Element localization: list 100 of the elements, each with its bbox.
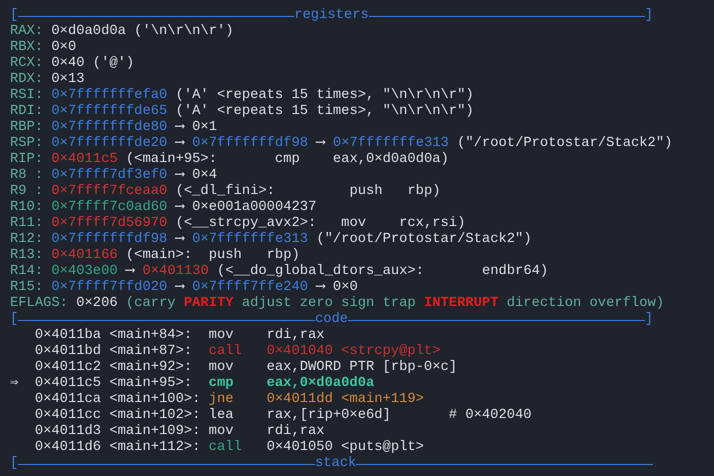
instruction-mnemonic: cmp [208, 376, 235, 392]
instruction-symbol: <main+109>: [109, 424, 202, 440]
bracket: ] [644, 312, 653, 328]
register-value: (<__do_global_dtors_aux>: endbr64) [217, 264, 548, 280]
stack-address: 0×7fffffffdf98 [51, 232, 168, 248]
register-name: R15: [10, 280, 44, 296]
register-value: 0×e001a00004237 [192, 200, 316, 216]
bracket: [ [10, 312, 18, 328]
stack-address: 0×7ffff7ffe240 [192, 280, 308, 296]
stack-address: 0×7ffff7ffd020 [51, 280, 168, 296]
instruction-symbol: <main+100>: [109, 392, 202, 408]
register-value: 0×40 ('@') [51, 56, 134, 72]
instruction-mnemonic: mov [208, 424, 235, 440]
pointer-arrow: ⟶ [316, 136, 325, 152]
instruction-symbol: <main+95>: [109, 376, 194, 392]
pointer-arrow: ⟶ [176, 120, 184, 136]
instruction-operands: 0×401050 <puts@plt> [266, 440, 424, 456]
section-title: code [314, 312, 348, 328]
current-line-marker: ⇒ [10, 376, 18, 392]
instruction-operands: 0×401040 <strcpy@plt> [266, 344, 440, 360]
instruction-mnemonic: call [208, 344, 243, 360]
stack-address: 0×7ffff7df3ef0 [51, 168, 168, 184]
instruction-address: 0×4011d3 [34, 424, 102, 440]
flag-list: (carry [126, 296, 176, 312]
instruction-operands: rax,[rip+0×e6d] [266, 408, 392, 424]
instruction-operands: eax,0×d0a0d0a [266, 376, 374, 392]
code-address: 0×7ffff7d56970 [51, 216, 168, 232]
instruction-symbol: <main+84>: [109, 328, 194, 344]
flag-list: adjust zero sign trap [242, 296, 416, 312]
register-value: 0×0 [51, 40, 76, 56]
pointer-arrow: ⟶ [176, 280, 184, 296]
section-title: registers [294, 8, 369, 24]
register-name: R14: [10, 264, 44, 280]
instruction-symbol: <main+92>: [109, 360, 194, 376]
register-name: R8 : [10, 168, 44, 184]
register-name: RAX: [10, 24, 44, 40]
stack-address: 0×7fffffffdf98 [192, 136, 308, 152]
bracket: [ [10, 8, 18, 24]
instruction-address: 0×4011ca [34, 392, 102, 408]
pointer-arrow: ⟶ [316, 280, 325, 296]
section-title: stack [314, 456, 356, 472]
pointer-arrow: ⟶ [176, 200, 184, 216]
code-address: 0×7ffff7fceaa0 [51, 184, 168, 200]
register-name: R12: [10, 232, 44, 248]
register-value: 0×206 [76, 296, 118, 312]
register-value: (<__strcpy_avx2>: mov rcx,rsi) [176, 216, 466, 232]
instruction-address: 0×4011c2 [34, 360, 102, 376]
instruction-mnemonic: jne [208, 392, 235, 408]
register-name: RDI: [10, 104, 44, 120]
register-name: EFLAGS: [10, 296, 68, 312]
register-name: RIP: [10, 152, 44, 168]
instruction-address: 0×4011bd [34, 344, 102, 360]
instruction-mnemonic: mov [208, 360, 235, 376]
register-value: (<main>: push rbp) [126, 248, 300, 264]
register-value: ('A' <repeats 15 times>, "\n\r\n\r") [176, 88, 474, 104]
register-value: 0×1 [192, 120, 217, 136]
code-address: 0×401130 [142, 264, 209, 280]
register-value: (<_dl_fini>: push rbp) [176, 184, 441, 200]
bracket: [ [10, 456, 18, 472]
register-name: R10: [10, 200, 44, 216]
register-name: RBP: [10, 120, 44, 136]
instruction-symbol: <main+87>: [109, 344, 194, 360]
stack-address: 0×7fffffffe313 [332, 136, 449, 152]
instruction-address: 0×4011c5 [34, 376, 102, 392]
data-address: 0×403e00 [51, 264, 118, 280]
register-name: RSP: [10, 136, 44, 152]
data-address: 0×7ffff7c0ad60 [51, 200, 168, 216]
stack-address: 0×7fffffffde80 [51, 120, 168, 136]
register-value: 0×4 [192, 168, 217, 184]
register-value: 0×13 [51, 72, 85, 88]
register-value: ("/root/Protostar/Stack2") [457, 136, 672, 152]
pointer-arrow: ⟶ [176, 168, 184, 184]
register-name: R9 : [10, 184, 44, 200]
instruction-address: 0×4011cc [34, 408, 102, 424]
register-name: R11: [10, 216, 44, 232]
code-address: 0×401166 [51, 248, 118, 264]
instruction-symbol: <main+102>: [109, 408, 202, 424]
register-value: ("/root/Protostar/Stack2") [316, 232, 532, 248]
instruction-symbol: <main+112>: [109, 440, 202, 456]
instruction-operands: 0×4011dd <main+119> [266, 392, 424, 408]
register-value: ('A' <repeats 15 times>, "\n\r\n\r") [176, 104, 474, 120]
pointer-arrow: ⟶ [126, 264, 134, 280]
register-value: 0×d0a0d0a ('\n\r\n\r') [51, 24, 234, 40]
instruction-operands: eax,DWORD PTR [rbp-0×c] [266, 360, 458, 376]
set-flag-label: INTERRUPT [424, 296, 498, 312]
pointer-arrow: ⟶ [176, 232, 184, 248]
register-name: RDX: [10, 72, 44, 88]
instruction-comment: # 0×402040 [448, 408, 532, 424]
code-address: 0×4011c5 [51, 152, 118, 168]
register-name: R13: [10, 248, 44, 264]
set-flag-label: PARITY [184, 296, 234, 312]
instruction-mnemonic: mov [208, 328, 235, 344]
instruction-operands: rdi,rax [266, 424, 325, 440]
register-name: RBX: [10, 40, 44, 56]
register-name: RCX: [10, 56, 44, 72]
instruction-address: 0×4011d6 [34, 440, 102, 456]
register-name: RSI: [10, 88, 44, 104]
stack-address: 0×7fffffffde20 [51, 136, 168, 152]
instruction-address: 0×4011ba [34, 328, 102, 344]
register-value: 0×0 [332, 280, 358, 296]
